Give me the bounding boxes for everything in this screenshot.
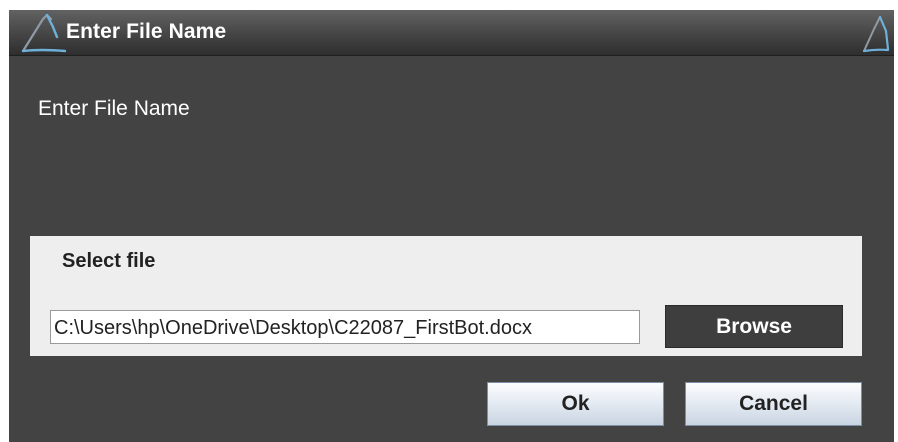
- dialog-message: Enter File Name: [38, 97, 190, 120]
- browse-button[interactable]: Browse: [665, 305, 843, 348]
- app-logo-icon: [21, 13, 67, 53]
- select-file-panel: Select file Browse: [30, 236, 862, 356]
- ok-button[interactable]: Ok: [487, 382, 664, 426]
- window-title: Enter File Name: [66, 20, 227, 43]
- file-path-input[interactable]: [50, 310, 640, 344]
- app-logo-corner-icon: [860, 13, 890, 53]
- select-file-label: Select file: [62, 250, 156, 272]
- cancel-button[interactable]: Cancel: [685, 382, 862, 426]
- title-bar[interactable]: Enter File Name: [9, 10, 894, 56]
- dialog-window: Enter File Name Enter File Name Select f…: [9, 10, 894, 442]
